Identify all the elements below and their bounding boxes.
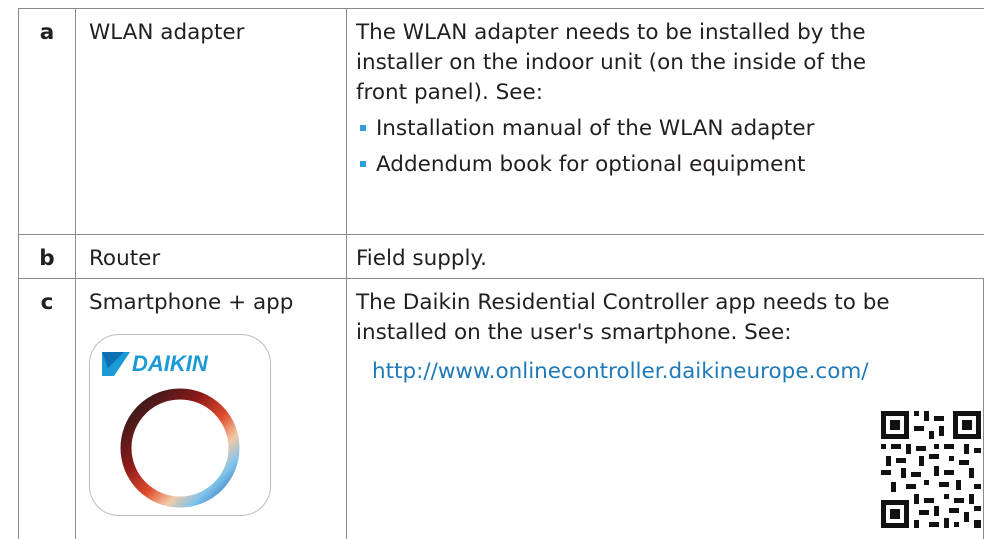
- svg-text:DAIKIN: DAIKIN: [132, 351, 209, 376]
- description-line: installed on the user's smartphone. See:: [355, 320, 792, 345]
- table-row: a WLAN adapter The WLAN adapter needs to…: [18, 8, 984, 235]
- bullet-icon: [359, 161, 366, 167]
- daikin-logo-icon: DAIKIN: [101, 351, 240, 508]
- row-key: b: [18, 234, 76, 279]
- row-description: The WLAN adapter needs to be installed b…: [345, 8, 984, 235]
- components-table: a WLAN adapter The WLAN adapter needs to…: [18, 8, 984, 539]
- bullet-text: Addendum book for optional equipment: [375, 152, 806, 177]
- bullet-item: Addendum book for optional equipment: [356, 150, 984, 180]
- daikin-app-icon: DAIKIN: [88, 334, 271, 516]
- row-name: WLAN adapter: [74, 8, 347, 235]
- row-key: a: [18, 8, 76, 235]
- row-name: Smartphone + app DAIKIN: [74, 278, 347, 539]
- bullet-icon: [359, 125, 366, 131]
- bullet-item: Installation manual of the WLAN adapter: [356, 114, 984, 144]
- row-name: Router: [74, 234, 347, 279]
- description-line: The WLAN adapter needs to be installed b…: [355, 20, 866, 45]
- description-line: front panel). See:: [355, 80, 544, 105]
- app-link[interactable]: http://www.onlinecontroller.daikineurope…: [356, 357, 983, 387]
- table-row: c Smartphone + app DAIKIN The Daikin Res…: [18, 278, 984, 539]
- bullet-text: Installation manual of the WLAN adapter: [375, 116, 815, 141]
- row-description: Field supply.: [345, 234, 984, 279]
- row-key: c: [18, 278, 76, 539]
- description-line: installer on the indoor unit (on the ins…: [355, 50, 867, 75]
- table-row: b Router Field supply.: [18, 234, 984, 279]
- qr-code-icon: [881, 411, 981, 528]
- row-name-text: Smartphone + app: [88, 290, 294, 315]
- description-line: The Daikin Residential Controller app ne…: [355, 290, 890, 315]
